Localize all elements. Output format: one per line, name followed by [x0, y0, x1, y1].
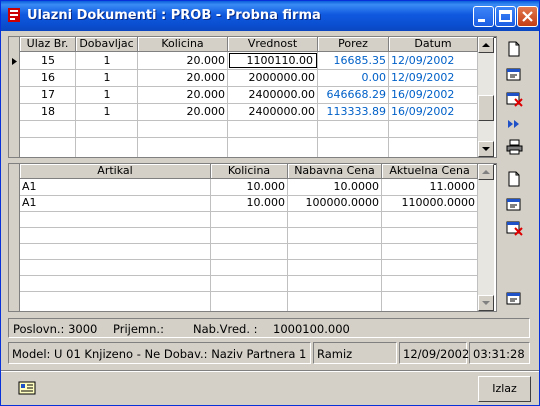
print-button[interactable] — [503, 136, 527, 158]
cell-nabavna-cena[interactable]: 10.0000 — [288, 179, 382, 195]
cell-porez[interactable]: 16685.35 — [318, 52, 389, 69]
status-user: Ramiz — [313, 342, 397, 364]
cell-porez[interactable]: 113333.89 — [318, 103, 389, 120]
delete-icon — [506, 92, 523, 107]
edit-document-button[interactable] — [503, 63, 527, 85]
item-details-button[interactable] — [503, 287, 527, 309]
cell-dobavljac[interactable]: 1 — [76, 69, 138, 86]
window-title: Ulazni Dokumenti : PROB - Probna firma — [27, 8, 321, 23]
fast-forward-icon — [508, 120, 519, 128]
new-page-icon — [508, 171, 520, 187]
cell-kolicina[interactable]: 20.000 — [138, 86, 228, 103]
cell-vrednost[interactable]: 2400000.00 — [228, 103, 318, 120]
current-row-arrow-icon — [11, 56, 18, 69]
row-indicator-column — [9, 164, 20, 311]
row-indicator-column — [9, 37, 20, 157]
col-header-datum[interactable]: Datum — [389, 37, 478, 52]
status-model-text: Model: U 01 Knjizeno - Ne Dobav.: Naziv … — [12, 347, 307, 361]
printer-icon — [506, 139, 523, 155]
col-header-nabavna-cena[interactable]: Nabavna Cena — [288, 164, 382, 179]
cell-vrednost[interactable]: 2400000.00 — [228, 86, 318, 103]
edit-item-button[interactable] — [503, 193, 527, 215]
status-date: 12/09/2002 — [399, 342, 470, 364]
cell-datum[interactable]: 16/09/2002 — [389, 86, 478, 103]
scroll-down-button[interactable] — [478, 295, 494, 311]
cell-ulaz[interactable]: 17 — [20, 86, 76, 103]
details-button[interactable] — [15, 377, 39, 399]
new-page-icon — [508, 41, 520, 57]
cell-vrednost[interactable]: 2000000.00 — [228, 69, 318, 86]
nab-vred-label: Nab.Vred. : — [193, 322, 258, 336]
new-document-button[interactable] — [503, 38, 527, 60]
cell-kolicina[interactable]: 10.000 — [211, 195, 288, 211]
cell-kolicina[interactable]: 20.000 — [138, 103, 228, 120]
delete-document-button[interactable] — [503, 88, 527, 110]
documents-scrollbar[interactable] — [478, 37, 494, 157]
new-item-button[interactable] — [503, 168, 527, 190]
col-header-aktuelna-cena[interactable]: Aktuelna Cena — [382, 164, 478, 179]
edit-icon — [506, 198, 521, 211]
status-date-text: 12/09/2002 — [403, 347, 470, 361]
status-user-text: Ramiz — [317, 347, 353, 361]
cell-ulaz[interactable]: 15 — [20, 52, 76, 69]
status-time-text: 03:31:28 — [473, 347, 525, 361]
cell-kolicina[interactable]: 20.000 — [138, 69, 228, 86]
scroll-down-button[interactable] — [478, 141, 494, 157]
cell-datum[interactable]: 16/09/2002 — [389, 103, 478, 120]
cell-nabavna-cena[interactable]: 100000.0000 — [288, 195, 382, 211]
col-header-kolicina[interactable]: Kolicina — [211, 164, 288, 179]
title-bar[interactable]: Ulazni Dokumenti : PROB - Probna firma — [1, 1, 539, 31]
cell-porez[interactable]: 646668.29 — [318, 86, 389, 103]
cell-porez[interactable]: 0.00 — [318, 69, 389, 86]
cell-vrednost-focused[interactable]: 1100110.00 — [229, 53, 317, 68]
scroll-up-button[interactable] — [478, 37, 494, 53]
cell-dobavljac[interactable]: 1 — [76, 86, 138, 103]
close-button[interactable] — [517, 6, 538, 27]
nab-vred-value: 1000100.000 — [273, 322, 350, 336]
scroll-up-button[interactable] — [478, 164, 494, 180]
cell-aktuelna-cena[interactable]: 11.0000 — [382, 179, 478, 195]
status-model: Model: U 01 Knjizeno - Ne Dobav.: Naziv … — [8, 342, 311, 364]
app-icon[interactable] — [6, 7, 22, 23]
cell-datum[interactable]: 12/09/2002 — [389, 69, 478, 86]
cell-artikal[interactable]: A1 — [20, 195, 211, 211]
info-bar: Poslovn.: 3000 Prijemn.: Nab.Vred. : 100… — [8, 318, 530, 338]
items-scrollbar[interactable] — [478, 164, 494, 311]
cell-ulaz[interactable]: 16 — [20, 69, 76, 86]
form-icon — [506, 292, 521, 305]
col-header-ulaz[interactable]: Ulaz Br. — [20, 37, 76, 52]
cell-datum[interactable]: 12/09/2002 — [389, 52, 478, 69]
delete-icon — [506, 221, 523, 236]
scroll-thumb[interactable] — [478, 95, 494, 121]
delete-item-button[interactable] — [503, 217, 527, 239]
cell-dobavljac[interactable]: 1 — [76, 103, 138, 120]
items-grid[interactable]: Artikal Kolicina Nabavna Cena Aktuelna C… — [8, 163, 497, 312]
card-icon — [18, 381, 36, 395]
cell-kolicina[interactable]: 10.000 — [211, 179, 288, 195]
next-record-button[interactable] — [503, 113, 527, 135]
documents-grid[interactable]: Ulaz Br. Dobavljac Kolicina Vrednost Por… — [8, 36, 497, 158]
col-header-vrednost[interactable]: Vrednost — [228, 37, 318, 52]
cell-aktuelna-cena[interactable]: 110000.0000 — [382, 195, 478, 211]
main-window: Ulazni Dokumenti : PROB - Probna firma U… — [0, 0, 540, 406]
cell-ulaz[interactable]: 18 — [20, 103, 76, 120]
col-header-kolicina[interactable]: Kolicina — [138, 37, 228, 52]
poslovn-label: Poslovn.: 3000 — [13, 322, 98, 336]
cell-dobavljac[interactable]: 1 — [76, 52, 138, 69]
prijemn-label: Prijemn.: — [113, 322, 164, 336]
minimize-button[interactable] — [473, 6, 494, 27]
edit-icon — [506, 68, 521, 81]
col-header-artikal[interactable]: Artikal — [20, 164, 211, 179]
maximize-button[interactable] — [495, 6, 516, 27]
status-time: 03:31:28 — [469, 342, 530, 364]
cell-kolicina[interactable]: 20.000 — [138, 52, 228, 69]
col-header-dobavljac[interactable]: Dobavljac — [76, 37, 138, 52]
izlaz-button[interactable]: Izlaz — [478, 376, 531, 402]
col-header-porez[interactable]: Porez — [318, 37, 389, 52]
cell-artikal[interactable]: A1 — [20, 179, 211, 195]
